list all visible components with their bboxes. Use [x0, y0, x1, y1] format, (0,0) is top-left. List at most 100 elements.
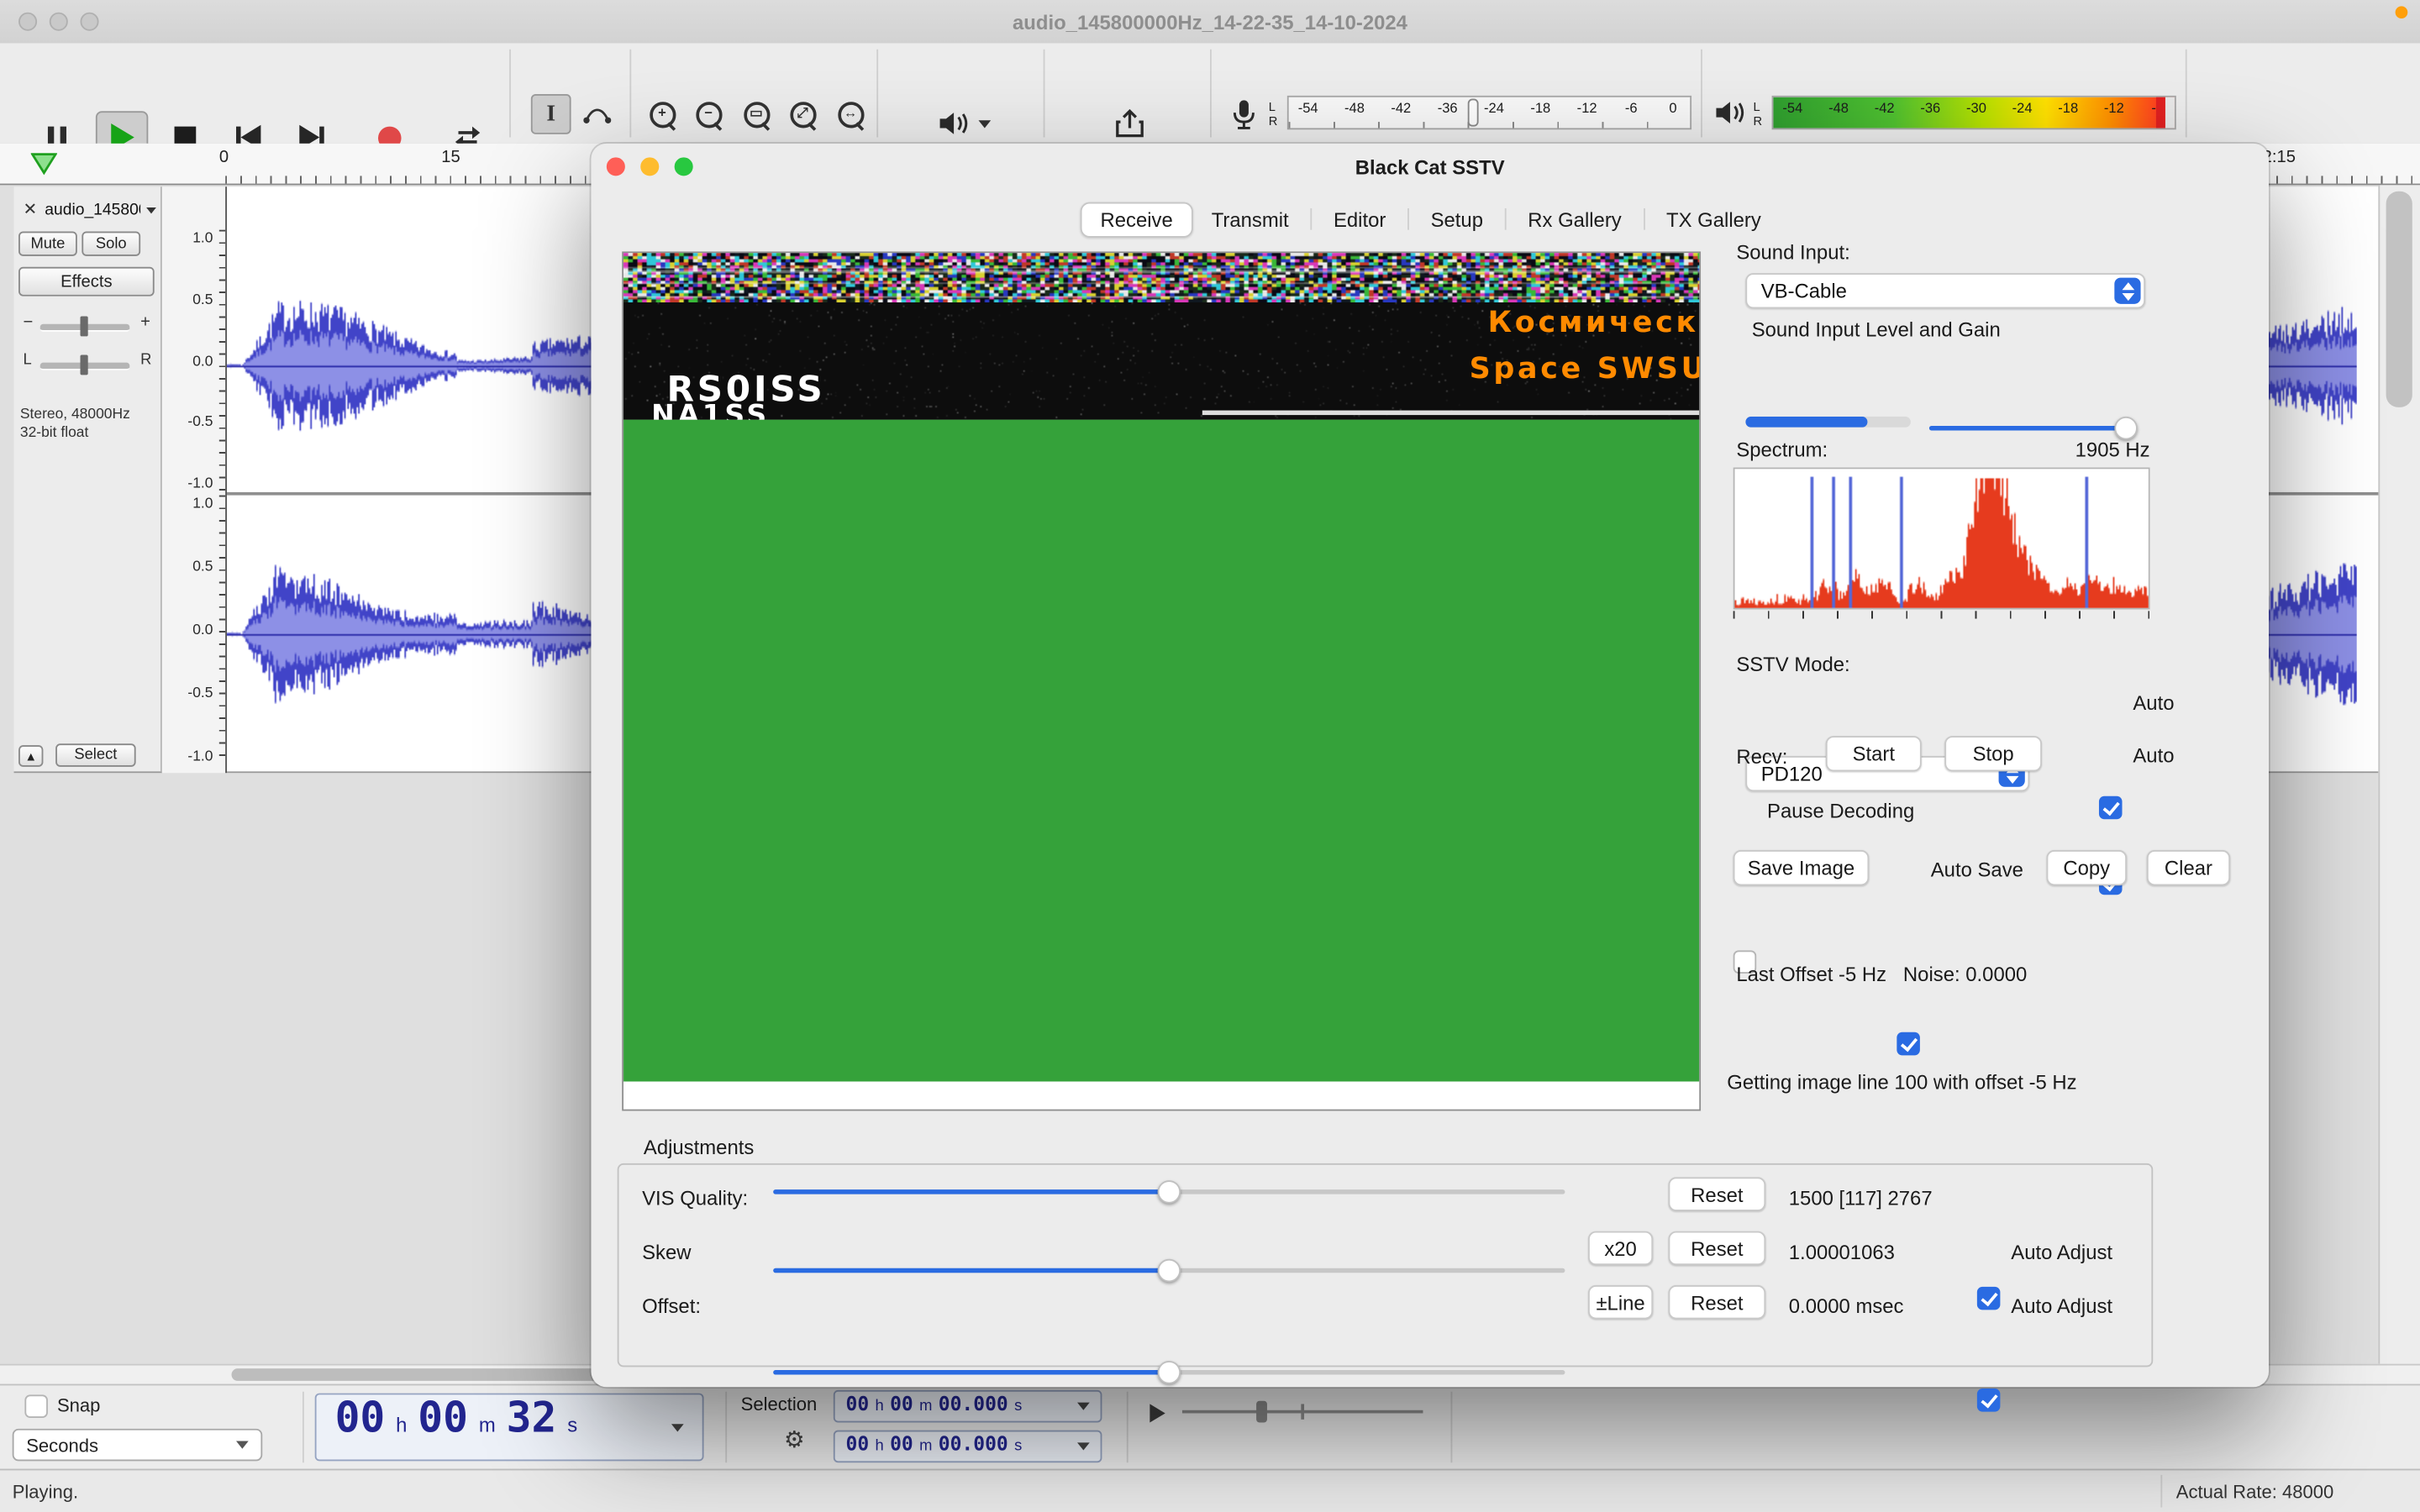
vertical-scrollbar-thumb[interactable] [2386, 192, 2412, 407]
zoom-toggle-button[interactable]: ↔ [830, 94, 871, 134]
time-format-chevron-icon[interactable] [671, 1423, 684, 1431]
solo-label: Solo [96, 235, 127, 252]
save-image-button[interactable]: Save Image [1733, 850, 1870, 885]
speed-slider-thumb[interactable] [1256, 1401, 1267, 1423]
selection-label: Selection [741, 1394, 818, 1415]
scale-label: -1.0 [187, 475, 213, 492]
offset-knob[interactable] [1157, 1361, 1181, 1384]
mode-auto-checkbox[interactable] [2099, 796, 2123, 820]
clear-button[interactable]: Clear [2147, 850, 2230, 885]
pan-slider-thumb[interactable] [81, 354, 88, 375]
skew-reset-button[interactable]: Reset [1669, 1231, 1766, 1265]
sel-end-chevron-icon[interactable] [1077, 1442, 1090, 1450]
vis-quality-knob[interactable] [1157, 1180, 1181, 1204]
record-meter-scale-label: -48 [1344, 100, 1365, 115]
solo-button[interactable]: Solo [82, 232, 140, 256]
record-level-slider-thumb[interactable] [1468, 99, 1479, 127]
playback-meter-scale-label: -48 [1828, 100, 1849, 115]
audacity-titlebar: audio_145800000Hz_14-22-35_14-10-2024 [0, 0, 2420, 45]
playback-time-display[interactable]: 00 h 00 m 32 s [315, 1394, 704, 1462]
envelope-tool-button[interactable] [577, 94, 618, 134]
zoom-out-button[interactable]: − [688, 94, 729, 134]
sstv-text-english: Space SWSU [1470, 352, 1700, 386]
skew-knob[interactable] [1157, 1259, 1181, 1283]
tab-separator [1407, 208, 1409, 230]
vis-quality-slider[interactable] [773, 1180, 1565, 1205]
zoom-in-button[interactable]: + [642, 94, 682, 134]
gain-slider-thumb[interactable] [81, 317, 88, 337]
offset-reset-button[interactable]: Reset [1669, 1285, 1766, 1319]
adjustments-title: Adjustments [644, 1136, 754, 1159]
selection-start-field[interactable]: 00 h 00 m 00.000 s [834, 1390, 1102, 1423]
fit-selection-button[interactable]: ▭ [736, 94, 776, 134]
vertical-scrollbar[interactable] [2378, 185, 2420, 1363]
track-title[interactable]: audio_145800 [45, 201, 140, 219]
tab-editor[interactable]: Editor [1315, 203, 1404, 236]
tab-tx-gallery[interactable]: TX Gallery [1648, 203, 1780, 236]
tab-receive[interactable]: Receive [1081, 202, 1193, 237]
select-track-button[interactable]: Select [55, 743, 136, 767]
sel-start-chevron-icon[interactable] [1077, 1403, 1090, 1410]
sstv-sync-line [1202, 411, 1699, 416]
spectrum-label: Spectrum: [1736, 438, 1828, 462]
close-track-icon[interactable]: ✕ [24, 199, 38, 219]
track-menu-chevron-icon[interactable] [146, 207, 156, 213]
offset-noise-readout: Last Offset -5 Hz Noise: 0.0000 [1736, 963, 2027, 986]
microphone-icon [1228, 99, 1260, 130]
play-at-speed-button[interactable] [1142, 1398, 1173, 1429]
vis-reset-button[interactable]: Reset [1669, 1177, 1766, 1210]
scale-label: -0.5 [187, 685, 213, 702]
selection-settings-gear-icon[interactable]: ⚙ [784, 1425, 805, 1453]
spectrum-canvas [1734, 469, 2148, 607]
sstv-dialog: Black Cat SSTV Receive Transmit Editor S… [591, 144, 2269, 1387]
selection-tool-button[interactable]: I [531, 94, 571, 134]
selection-end-field[interactable]: 00 h 00 m 00.000 s [834, 1431, 1102, 1463]
record-meter[interactable]: -54-48-42-36-24-18-12-60 [1287, 96, 1691, 129]
snap-mode-combobox[interactable]: Seconds [13, 1429, 263, 1462]
playback-meter[interactable]: -54-48-42-36-30-24-18-12-6 [1772, 96, 2176, 129]
meter-end-cap [2165, 97, 2175, 129]
effects-button[interactable]: Effects [18, 267, 155, 297]
auto-save-checkbox[interactable] [1897, 1032, 1920, 1056]
channel1-ticks [219, 230, 225, 492]
sel-end-hours: 00 [846, 1431, 870, 1455]
offset-slider[interactable] [773, 1361, 1565, 1385]
play-region-marker-icon[interactable] [31, 153, 57, 176]
fit-project-button[interactable]: ⤢ [782, 94, 823, 134]
recording-indicator-dot [2396, 6, 2408, 18]
gain-knob[interactable] [2114, 417, 2138, 440]
track-control-panel: ✕ audio_145800 Mute Solo Effects − + L R… [14, 186, 162, 773]
status-separator [2160, 1475, 2162, 1508]
tab-rx-gallery[interactable]: Rx Gallery [1509, 203, 1640, 236]
toolbar-separator [2186, 50, 2187, 138]
snap-checkbox[interactable] [24, 1394, 48, 1418]
level-fill [1745, 417, 1867, 428]
tab-transmit[interactable]: Transmit [1193, 203, 1307, 236]
share-icon [1114, 108, 1145, 139]
sel-start-m-unit: m [919, 1398, 932, 1415]
copy-button[interactable]: Copy [2047, 850, 2128, 885]
offset-line-button[interactable]: ±Line [1588, 1285, 1653, 1319]
sound-input-dropdown[interactable]: VB-Cable [1745, 273, 2145, 308]
track-format-info: Stereo, 48000Hz 32-bit float [20, 406, 130, 443]
tab-separator [1505, 208, 1507, 230]
stop-button-sstv[interactable]: Stop [1944, 736, 2042, 771]
snap-mode-value: Seconds [26, 1434, 98, 1456]
skew-auto-adjust-checkbox[interactable] [1977, 1287, 2001, 1310]
toolbar-separator [1127, 1392, 1128, 1462]
offset-auto-adjust-checkbox[interactable] [1977, 1389, 2001, 1412]
mute-button[interactable]: Mute [18, 232, 77, 256]
toolbar-separator [876, 50, 878, 138]
skew-slider[interactable] [773, 1259, 1565, 1284]
playback-meter-scale-label: -36 [1920, 100, 1940, 115]
clear-label: Clear [2165, 856, 2212, 879]
sel-end-minutes: 00 [890, 1431, 913, 1455]
sstv-tab-bar: Receive Transmit Editor Setup Rx Gallery… [591, 199, 2269, 239]
skew-x20-button[interactable]: x20 [1588, 1231, 1653, 1265]
tab-setup[interactable]: Setup [1413, 203, 1502, 236]
zoom-out-icon: − [695, 101, 721, 127]
record-meter-channel-labels: LR [1269, 100, 1278, 128]
start-button[interactable]: Start [1826, 736, 1922, 771]
scale-label: 0.0 [192, 622, 213, 638]
collapse-track-button[interactable]: ▲ [18, 745, 43, 767]
